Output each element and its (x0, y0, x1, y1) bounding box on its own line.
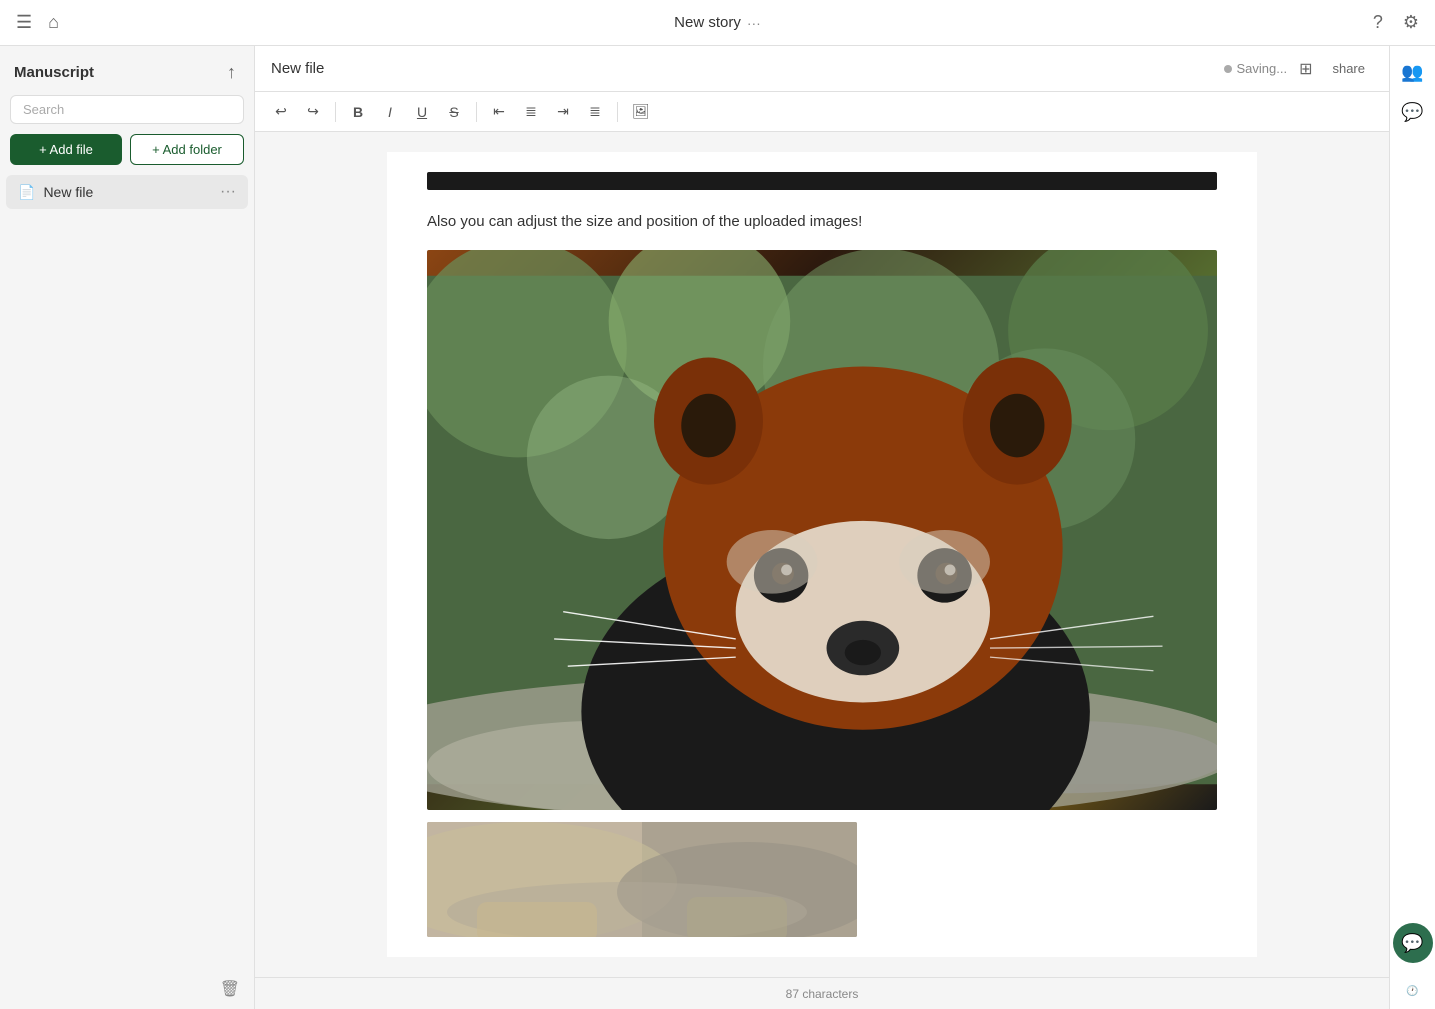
menu-button[interactable]: ☰ (12, 8, 36, 37)
editor-footer: 87 characters (255, 977, 1389, 1009)
saving-status: Saving... (1224, 61, 1287, 76)
align-left-icon: ⇤ (493, 103, 505, 120)
italic-icon: I (388, 104, 392, 120)
chat-time: 🕐 (1406, 981, 1418, 999)
story-title: New story (674, 14, 741, 31)
comment-icon: 💬 (1401, 102, 1423, 123)
add-folder-button[interactable]: + Add folder (130, 134, 244, 165)
chat-bubble-button[interactable]: 💬 (1393, 923, 1433, 963)
file-icon: 📄 (18, 184, 35, 201)
editor-text[interactable]: Also you can adjust the size and positio… (427, 210, 1217, 234)
editor-content: Also you can adjust the size and positio… (387, 152, 1257, 957)
align-center-icon: ≣ (525, 103, 537, 120)
main-image-container[interactable] (427, 250, 1217, 810)
underline-icon: U (417, 104, 427, 120)
editor-header: New file Saving... ⊞ share (255, 46, 1389, 92)
image-button[interactable]: 🖼 (626, 98, 656, 126)
bold-button[interactable]: B (344, 98, 372, 126)
editor-body[interactable]: Also you can adjust the size and positio… (255, 132, 1389, 977)
strikethrough-button[interactable]: S (440, 98, 468, 126)
italic-button[interactable]: I (376, 98, 404, 126)
people-icon: 👥 (1401, 62, 1423, 83)
top-bar-right: ? ⚙ (1369, 8, 1423, 37)
settings-button[interactable]: ⚙ (1399, 8, 1423, 37)
toolbar-divider-1 (335, 102, 336, 122)
underline-button[interactable]: U (408, 98, 436, 126)
file-item[interactable]: 📄 New file ··· (6, 175, 248, 209)
search-input[interactable] (10, 95, 244, 124)
story-menu-dots[interactable]: ··· (747, 15, 761, 31)
undo-icon: ↩ (275, 103, 287, 120)
main-layout: Manuscript ↑ + Add file + Add folder 📄 N… (0, 46, 1435, 1009)
editor-toolbar: ↩ ↪ B I U S ⇤ ≣ ⇥ ≣ 🖼 (255, 92, 1389, 132)
small-image[interactable] (427, 822, 857, 937)
layout-toggle-icon[interactable]: ⊞ (1299, 59, 1312, 79)
align-center-button[interactable]: ≣ (517, 98, 545, 126)
small-image-container[interactable] (427, 822, 1217, 937)
comments-panel-button[interactable]: 💬 (1397, 96, 1429, 128)
add-file-button[interactable]: + Add file (10, 134, 122, 165)
sidebar-search (10, 95, 244, 124)
sidebar-bottom: 🗑 (0, 969, 254, 1009)
toolbar-divider-2 (476, 102, 477, 122)
upload-icon: ↑ (227, 62, 236, 83)
editor-title: New file (271, 60, 1212, 77)
help-button[interactable]: ? (1369, 8, 1387, 37)
settings-icon: ⚙ (1403, 12, 1419, 33)
image-icon: 🖼 (632, 103, 650, 120)
black-bar (427, 172, 1217, 190)
file-menu-dots[interactable]: ··· (220, 183, 236, 201)
saving-text: Saving... (1236, 61, 1287, 76)
toolbar-divider-3 (617, 102, 618, 122)
sidebar-buttons: + Add file + Add folder (0, 134, 254, 175)
upload-button[interactable]: ↑ (223, 58, 240, 87)
align-justify-button[interactable]: ≣ (581, 98, 609, 126)
share-button[interactable]: share (1324, 57, 1373, 80)
main-image[interactable] (427, 250, 1217, 810)
redo-button[interactable]: ↪ (299, 98, 327, 126)
align-right-icon: ⇥ (557, 103, 569, 120)
align-justify-icon: ≣ (589, 103, 601, 120)
trash-icon[interactable]: 🗑 (220, 979, 240, 999)
align-left-button[interactable]: ⇤ (485, 98, 513, 126)
sidebar: Manuscript ↑ + Add file + Add folder 📄 N… (0, 46, 255, 1009)
strikethrough-icon: S (449, 104, 458, 120)
help-icon: ? (1373, 12, 1383, 33)
redo-icon: ↪ (307, 103, 319, 120)
undo-button[interactable]: ↩ (267, 98, 295, 126)
sidebar-header: Manuscript ↑ (0, 46, 254, 95)
hamburger-icon: ☰ (16, 12, 32, 33)
top-bar: ☰ ⌂ New story ··· ? ⚙ (0, 0, 1435, 46)
bold-icon: B (353, 104, 363, 120)
right-sidebar: 👥 💬 💬 🕐 (1389, 46, 1435, 1009)
people-panel-button[interactable]: 👥 (1397, 56, 1429, 88)
saving-dot (1224, 65, 1232, 73)
top-bar-center: New story ··· (674, 14, 761, 31)
right-panel: New file Saving... ⊞ share ↩ ↪ B I U S ⇤… (255, 46, 1389, 1009)
chat-icon: 💬 (1401, 933, 1423, 954)
file-name: New file (43, 184, 212, 200)
chat-time-label: 🕐 (1406, 986, 1418, 997)
home-icon: ⌂ (48, 12, 59, 33)
char-count: 87 characters (786, 987, 859, 1001)
align-right-button[interactable]: ⇥ (549, 98, 577, 126)
top-bar-left: ☰ ⌂ (12, 8, 63, 37)
sidebar-title: Manuscript (14, 64, 94, 81)
home-button[interactable]: ⌂ (44, 8, 63, 37)
